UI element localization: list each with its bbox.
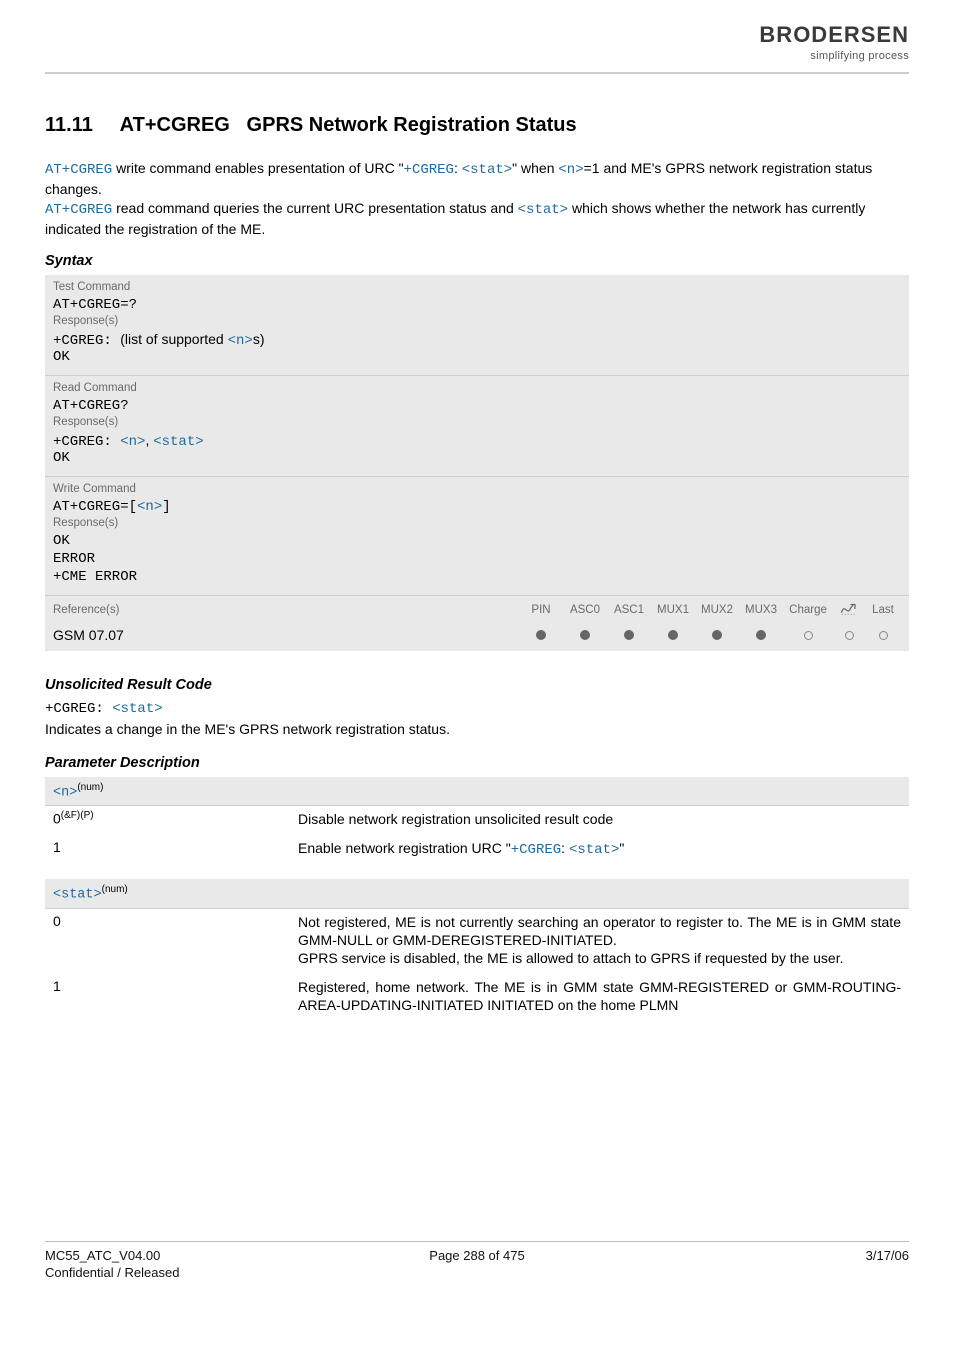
ref-label: Reference(s)	[53, 604, 519, 616]
brand-logo: BRODERSEN	[759, 22, 909, 48]
dot-wave	[833, 627, 865, 643]
col-pin: PIN	[519, 604, 563, 616]
intro-cmd2: AT+CGREG	[45, 202, 112, 218]
param-n-desc-1: Enable network registration URC "+CGREG:…	[298, 839, 624, 859]
param-stat-block: <stat>(num) 0 Not registered, ME is not …	[45, 879, 909, 1021]
col-wave-icon	[833, 602, 865, 619]
param-stat-row-0: 0 Not registered, ME is not currently se…	[45, 909, 909, 974]
param-stat-key-0: 0	[53, 913, 298, 929]
col-mux3: MUX3	[739, 604, 783, 616]
urc-code: +CGREG: <stat>	[45, 701, 909, 717]
section-cmd: AT+CGREG	[120, 114, 230, 136]
param-n-key-1: 1	[53, 839, 298, 855]
test-cmd: AT+CGREG=?	[53, 297, 901, 313]
syntax-box: Test Command AT+CGREG=? Response(s) +CGR…	[45, 275, 909, 651]
syntax-heading: Syntax	[45, 253, 909, 269]
page-footer: MC55_ATC_V04.00 Confidential / Released …	[45, 1241, 909, 1280]
params-heading: Parameter Description	[45, 755, 909, 771]
test-resp-label: Response(s)	[53, 315, 901, 327]
param-stat-desc-0: Not registered, ME is not currently sear…	[298, 913, 901, 968]
read-label: Read Command	[53, 382, 901, 394]
dot-mux2	[695, 627, 739, 643]
footer-right: 3/17/06	[621, 1248, 909, 1280]
write-command-group: Write Command AT+CGREG=[<n>] Response(s)…	[45, 477, 909, 596]
ref-value-row: GSM 07.07	[45, 623, 909, 651]
param-n-head: <n>(num)	[45, 777, 909, 807]
ref-header-row: Reference(s) PIN ASC0 ASC1 MUX1 MUX2 MUX…	[45, 596, 909, 623]
test-label: Test Command	[53, 281, 901, 293]
header-divider	[45, 72, 909, 74]
col-last: Last	[865, 604, 901, 616]
footer-center: Page 288 of 475	[333, 1248, 621, 1280]
write-error: ERROR	[53, 551, 901, 567]
read-resp-label: Response(s)	[53, 416, 901, 428]
reference-group: Reference(s) PIN ASC0 ASC1 MUX1 MUX2 MUX…	[45, 596, 909, 651]
param-n-block: <n>(num) 0(&F)(P) Disable network regist…	[45, 777, 909, 865]
test-ok: OK	[53, 349, 901, 365]
param-stat-key-1: 1	[53, 978, 298, 994]
brand-tagline: simplifying process	[759, 50, 909, 62]
dot-asc1	[607, 627, 651, 643]
urc-heading: Unsolicited Result Code	[45, 677, 909, 693]
param-n-row-1: 1 Enable network registration URC "+CGRE…	[45, 835, 909, 865]
page-header: BRODERSEN simplifying process	[45, 0, 909, 68]
logo-block: BRODERSEN simplifying process	[759, 22, 909, 62]
ref-value: GSM 07.07	[53, 627, 519, 643]
dot-asc0	[563, 627, 607, 643]
read-resp: +CGREG: <n>, <stat>	[53, 432, 901, 450]
col-mux1: MUX1	[651, 604, 695, 616]
read-cmd: AT+CGREG?	[53, 398, 901, 414]
col-charge: Charge	[783, 604, 833, 616]
col-asc1: ASC1	[607, 604, 651, 616]
write-label: Write Command	[53, 483, 901, 495]
param-stat-head: <stat>(num)	[45, 879, 909, 909]
section-number: 11.11	[45, 114, 93, 137]
param-stat-desc-1: Registered, home network. The ME is in G…	[298, 978, 901, 1015]
dot-charge	[783, 627, 833, 643]
dot-last	[865, 627, 901, 643]
read-ok: OK	[53, 450, 901, 466]
urc-text: Indicates a change in the ME's GPRS netw…	[45, 721, 909, 737]
write-resp-label: Response(s)	[53, 517, 901, 529]
intro-cmd1: AT+CGREG	[45, 162, 112, 178]
dot-mux1	[651, 627, 695, 643]
write-ok: OK	[53, 533, 901, 549]
read-command-group: Read Command AT+CGREG? Response(s) +CGRE…	[45, 376, 909, 477]
param-n-key-0: 0(&F)(P)	[53, 810, 298, 827]
write-cme: +CME ERROR	[53, 569, 901, 585]
footer-left: MC55_ATC_V04.00 Confidential / Released	[45, 1248, 333, 1280]
intro-paragraph: AT+CGREG write command enables presentat…	[45, 159, 909, 239]
write-cmd: AT+CGREG=[<n>]	[53, 499, 901, 515]
test-command-group: Test Command AT+CGREG=? Response(s) +CGR…	[45, 275, 909, 376]
dot-pin	[519, 627, 563, 643]
section-name: GPRS Network Registration Status	[247, 114, 577, 136]
airplane-icon	[840, 602, 858, 616]
col-mux2: MUX2	[695, 604, 739, 616]
spacer	[45, 1021, 909, 1241]
test-resp: +CGREG: (list of supported <n>s)	[53, 331, 901, 349]
section-title: 11.11 AT+CGREG GPRS Network Registration…	[45, 114, 909, 137]
param-stat-row-1: 1 Registered, home network. The ME is in…	[45, 974, 909, 1021]
dot-mux3	[739, 627, 783, 643]
param-n-row-0: 0(&F)(P) Disable network registration un…	[45, 806, 909, 834]
param-n-desc-0: Disable network registration unsolicited…	[298, 810, 613, 828]
col-asc0: ASC0	[563, 604, 607, 616]
